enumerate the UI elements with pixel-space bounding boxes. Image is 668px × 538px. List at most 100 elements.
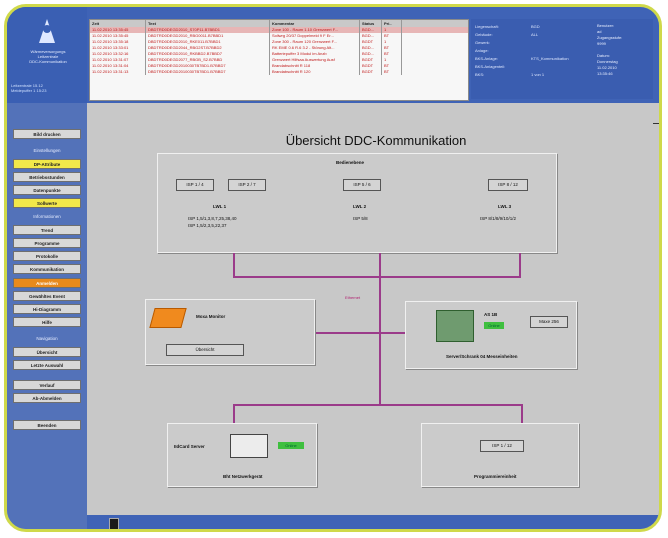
bus-vertical-main xyxy=(379,276,381,406)
sidebar-section-label: Einstellungen xyxy=(33,148,61,153)
sidebar-button-hilfe[interactable]: Hilfe xyxy=(13,317,81,327)
lwl-3-label: LWL 3 xyxy=(498,204,512,209)
info-key: Gewerk: xyxy=(475,40,490,45)
bus-drop-lwl3 xyxy=(519,253,521,277)
minimize-icon[interactable] xyxy=(653,123,659,124)
bus-horizontal-top xyxy=(233,276,521,278)
col-header-text[interactable]: Text xyxy=(146,20,270,27)
user-date-line: 13:35:46 xyxy=(597,71,613,76)
bus-drop-lwl1 xyxy=(233,253,235,277)
sidebar-button-datenpunkte[interactable]: Datenpunkte xyxy=(13,185,81,195)
info-value: KTS_Kommunikation xyxy=(531,56,569,61)
main-canvas: Übersicht DDC-Kommunikation Bedienebene … xyxy=(87,103,659,523)
info-key: BKS-Anlagenteil: xyxy=(475,64,506,69)
sidebar-button-trend[interactable]: Trend xyxy=(13,225,81,235)
info-value xyxy=(527,63,531,71)
info-value: ALL xyxy=(531,32,539,37)
top-box-bedienebene: Bedienebene ISP 1 / 4 ISP 2 / 7 ISP 5 / … xyxy=(157,153,557,253)
lwl-3-detail: ISP 8/1/8/9/10/1/2 xyxy=(480,216,516,221)
isp-1-4-button[interactable]: ISP 1 / 4 xyxy=(176,179,214,191)
alarm-table[interactable]: Zeit Text Kommentar Status Pri.. 11.02.2… xyxy=(89,19,469,101)
sidebar-button-kommunikation[interactable]: Kommunikation xyxy=(13,264,81,274)
alarm-time: 11.02.2010 13:31:13 xyxy=(90,69,146,75)
sidebar-button-übersicht[interactable]: Übersicht xyxy=(13,347,81,357)
maxe-button[interactable]: Maxe 256 xyxy=(530,316,568,328)
app-window: Wärmeversorgungs Leitzentrale DDC-Kommun… xyxy=(4,4,662,532)
server-box: AS 1B Online Maxe 256 Server/Schrank 04 … xyxy=(405,301,577,369)
info-value xyxy=(527,39,531,47)
server-device-label: AS 1B xyxy=(484,312,498,317)
moxa-label: Moxa Monitor xyxy=(196,314,226,319)
server-caption: Server/Schrank 04 Messeinheiten xyxy=(446,354,518,359)
sidebar-button-sollwerte[interactable]: Sollwerte xyxy=(13,198,81,208)
sidebar-button-betriebsstunden[interactable]: Betriebsstunden xyxy=(13,172,81,182)
logo-subtitle: Leitzentrale 15.12 Meldepuffer 1 15:23 xyxy=(11,83,83,93)
info-value: BGD xyxy=(531,24,540,29)
programming-caption: Programmiereinheit xyxy=(474,474,517,479)
info-key: BKS-Anlage: xyxy=(475,56,498,61)
moxa-device-icon xyxy=(149,308,187,328)
top-box-caption: Bedienebene xyxy=(336,160,365,165)
lwl-2-detail: ISP 5/8 xyxy=(353,216,368,221)
lwl-1-label: LWL 1 xyxy=(213,204,227,209)
alarm-id: DBDTRD0DEGD2010030TB7BD1.B7BBD7 xyxy=(146,69,270,75)
sidebar-button-protokolle[interactable]: Protokolle xyxy=(13,251,81,261)
lwl-2-label: LWL 2 xyxy=(353,204,367,209)
server-status-badge: Online xyxy=(484,322,504,329)
page-title: Übersicht DDC-Kommunikation xyxy=(285,133,467,148)
sidebar-button-ab-abmelden[interactable]: Ab-Abmelden xyxy=(13,393,81,403)
alarm-comment: Brandabschnitt R 120 xyxy=(270,69,360,75)
logo-sub-line: Meldepuffer 1 15:23 xyxy=(11,88,47,93)
alarm-row[interactable]: 11.02.2010 13:31:13 DBDTRD0DEGD2010030TB7… xyxy=(90,69,468,75)
logo-area: Wärmeversorgungs Leitzentrale DDC-Kommun… xyxy=(7,7,87,103)
isp-5-6-button[interactable]: ISP 5 / 6 xyxy=(343,179,381,191)
idcard-status-badge: Online xyxy=(278,442,304,449)
bus-horizontal-bottom xyxy=(233,404,523,406)
info-value: 1 von 1 xyxy=(531,72,545,77)
col-header-status[interactable]: Status xyxy=(360,20,382,27)
sidebar: Bild drucken Einstellungen DP-Attribute Bet… xyxy=(7,103,87,529)
idcard-label: IIdCard Server xyxy=(174,444,205,449)
info-key: Gebäude: xyxy=(475,32,493,37)
sidebar-button-letzte-auswahl[interactable]: Letzte Auswahl xyxy=(13,360,81,370)
col-header-priority[interactable]: Pri.. xyxy=(382,20,402,27)
isp-8-12-button[interactable]: ISP 8 / 12 xyxy=(488,179,528,191)
user-date-panel: Benutzer: ad Zugangsstufe: 9999 Datum: Donner… xyxy=(597,23,657,77)
alarm-priority: BT xyxy=(382,69,402,75)
ethernet-label: Ethernet xyxy=(345,295,361,300)
info-key: BKS: xyxy=(475,72,485,77)
alarm-status: BGDT xyxy=(360,69,382,75)
isp-1-12-button[interactable]: ISP 1 / 12 xyxy=(480,440,524,452)
info-value xyxy=(527,47,531,55)
info-key: Liegenschaft: xyxy=(475,24,499,29)
sidebar-button-bild-drucken[interactable]: Bild drucken xyxy=(13,129,81,139)
idcard-box: IIdCard Server Online Bht Netzwerkgerät xyxy=(167,423,317,487)
col-header-time[interactable]: Zeit xyxy=(90,20,146,27)
programming-box: ISP 1 / 12 Programmiereinheit xyxy=(421,423,579,487)
isp-2-7-button[interactable]: ISP 2 / 7 xyxy=(228,179,266,191)
moxa-overview-button[interactable]: Übersicht xyxy=(166,344,244,356)
lwl-1-detail-2: ISP 1,5/2,3,5,22,37 xyxy=(188,223,227,228)
server-icon xyxy=(230,434,268,458)
logo-title: Wärmeversorgungs Leitzentrale DDC-Kommun… xyxy=(13,49,83,64)
sidebar-button-programme[interactable]: Programme xyxy=(13,238,81,248)
sidebar-button-gewähltes-event[interactable]: Gewähltes Event xyxy=(13,291,81,301)
logo-title-line: DDC-Kommunikation xyxy=(29,59,67,64)
sidebar-button-anmelden[interactable]: Anmelden xyxy=(13,278,81,288)
sidebar-button-verlauf[interactable]: Verlauf xyxy=(13,380,81,390)
sidebar-section-label: Navigation xyxy=(36,336,58,341)
server-rack-icon xyxy=(436,310,474,342)
floppy-disk-icon[interactable] xyxy=(109,518,119,529)
status-bar xyxy=(87,515,659,529)
sidebar-section-label: Informationen xyxy=(33,214,61,219)
lwl-1-detail: ISP 1,5/1,3,8,7,25,38,40 xyxy=(188,216,237,221)
bus-drop-lwl2 xyxy=(379,253,381,277)
sidebar-button-hi-diagramm[interactable]: Hi-Diagramm xyxy=(13,304,81,314)
col-header-comment[interactable]: Kommentar xyxy=(270,20,360,27)
sidebar-button-beenden[interactable]: Beenden xyxy=(13,420,81,430)
alarm-table-header: Zeit Text Kommentar Status Pri.. xyxy=(90,20,468,27)
sidebar-button-dp-attribute[interactable]: DP-Attribute xyxy=(13,159,81,169)
idcard-caption: Bht Netzwerkgerät xyxy=(223,474,263,479)
info-key: Anlage: xyxy=(475,48,489,53)
alarm-rows: 11.02.2010 13:35:45 DBDTRD0DEGD2010_S70P1… xyxy=(90,27,468,75)
